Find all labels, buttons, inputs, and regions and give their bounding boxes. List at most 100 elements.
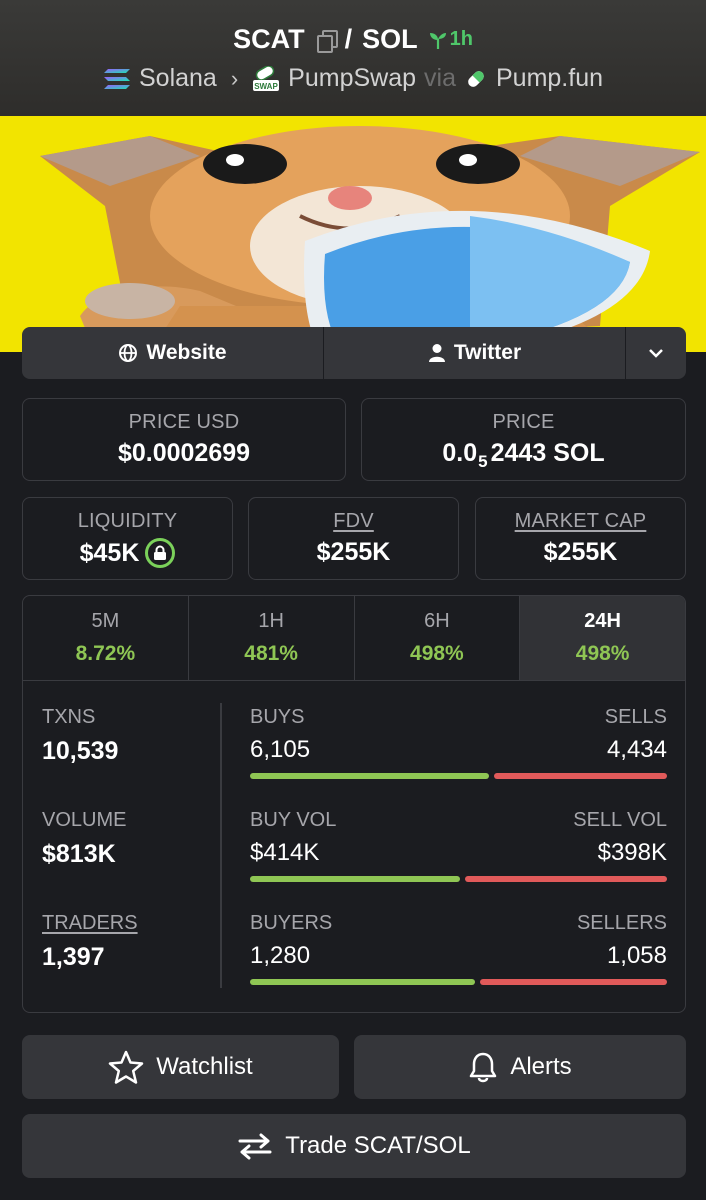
buyers-value: 1,280 [250,942,311,969]
buyers-label: BUYERS [250,912,333,934]
buys-bar [250,773,489,779]
lock-icon[interactable] [145,538,176,568]
website-button[interactable]: Website [22,327,324,379]
sell-vol-value: $398K [597,839,667,866]
trade-label: Trade SCAT/SOL [285,1132,471,1159]
price-usd-label: PRICE USD [128,411,240,433]
tab-1h-label: 1H [258,610,284,632]
buyers-sellers-bar [250,979,667,985]
token-banner-image [0,116,706,352]
watchlist-label: Watchlist [156,1053,253,1080]
price-native-box: PRICE 0.0 5 2443 SOL [361,398,686,481]
star-icon [109,1050,144,1084]
launchpad-link[interactable]: Pump.fun [496,64,603,93]
traders-value: 1,397 [42,943,105,971]
tab-6h-change: 498% [410,642,464,665]
twitter-button[interactable]: Twitter [324,327,626,379]
txns-value: 10,539 [42,737,119,765]
tab-24h-label: 24H [584,610,621,632]
price-native-prefix: 0.0 [442,439,478,467]
traders-stat: TRADERS 1,397 [42,912,138,972]
trade-button[interactable]: Trade SCAT/SOL [22,1114,686,1178]
sells-bar [494,773,667,779]
pair-slash: / [344,24,353,54]
website-label: Website [146,341,227,364]
social-links-bar: Website Twitter [22,327,686,379]
buys-sells-bar [250,773,667,779]
swap-arrows-icon [238,1133,272,1160]
base-token-symbol: SCAT [233,24,305,54]
solana-icon [103,68,130,89]
volume-label: VOLUME [42,809,127,831]
stats-divider [220,703,222,988]
sells-label: SELLS [604,706,667,728]
chevron-down-icon [649,349,663,358]
dex-link[interactable]: PumpSwap [288,64,416,93]
price-usd-box: PRICE USD $0.0002699 [22,398,346,481]
buyers-sellers-stat: BUYERS SELLERS 1,280 1,058 [250,912,667,985]
liquidity-value: $45K [79,538,140,567]
liquidity-value-row: $45K [23,538,232,568]
sell-vol-bar [465,876,667,882]
price-usd-value: $0.0002699 [117,439,251,467]
timeframe-tabs: 5M 8.72% 1H 481% 6H 498% 24H 498% [23,596,685,681]
alerts-label: Alerts [510,1053,572,1080]
pair-title: SCAT / SOL 1h [0,24,706,55]
tab-1h[interactable]: 1H 481% [189,596,355,680]
price-native-label: PRICE [492,411,555,433]
price-native-zero-count: 5 [478,451,488,471]
market-cap-box: MARKET CAP $255K [475,497,686,580]
user-icon [428,344,445,362]
sellers-bar [480,979,667,985]
volume-stat: VOLUME $813K [42,809,126,869]
tab-6h[interactable]: 6H 498% [355,596,521,680]
chain-link[interactable]: Solana [139,64,217,93]
txns-stat: TXNS 10,539 [42,706,118,766]
pair-age-label: 1h [449,28,473,50]
via-label: via [424,64,456,92]
buy-vol-label: BUY VOL [250,809,337,831]
sell-vol-label: SELL VOL [573,809,667,831]
tab-6h-label: 6H [424,610,450,632]
liquidity-label: LIQUIDITY [77,510,178,532]
tab-1h-change: 481% [244,642,298,665]
cat-banner-illustration [40,126,700,352]
alerts-button[interactable]: Alerts [354,1035,686,1099]
pair-header: SCAT / SOL 1h Solana › SWAP PumpSwap via [0,0,706,116]
tab-24h[interactable]: 24H 498% [520,596,685,680]
fdv-value: $255K [316,538,391,566]
buy-sell-vol-bar [250,876,667,882]
watchlist-button[interactable]: Watchlist [22,1035,339,1099]
pumpswap-icon: SWAP [253,65,280,91]
market-cap-label[interactable]: MARKET CAP [476,510,685,533]
market-cap-value: $255K [543,538,618,566]
sells-value: 4,434 [606,736,667,763]
breadcrumb: Solana › SWAP PumpSwap via Pump.fun [0,64,706,93]
traders-label[interactable]: TRADERS [42,912,138,935]
liquidity-box: LIQUIDITY $45K [22,497,233,580]
pair-age: 1h [428,28,473,51]
fdv-box: FDV $255K [248,497,459,580]
tab-5m-change: 8.72% [75,642,136,665]
more-links-button[interactable] [626,327,686,379]
buys-sells-stat: BUYS SELLS 6,105 4,434 [250,706,667,779]
txns-label: TXNS [42,706,96,728]
price-native-value: 0.0 5 2443 SOL [362,439,685,471]
trading-stats-panel: 5M 8.72% 1H 481% 6H 498% 24H 498% TXNS 1… [22,595,686,1013]
buy-vol-bar [250,876,460,882]
pumpfun-icon [468,70,484,87]
quote-token-symbol: SOL [362,24,418,54]
buys-value: 6,105 [250,736,311,763]
sprout-icon [429,32,446,49]
twitter-label: Twitter [453,341,522,364]
sellers-label: SELLERS [576,912,667,934]
chevron-right-icon: › [230,65,239,91]
fdv-label[interactable]: FDV [249,510,458,533]
tab-5m[interactable]: 5M 8.72% [23,596,189,680]
bell-icon [470,1052,497,1083]
copy-icon[interactable] [316,29,338,53]
pumpswap-badge-text: SWAP [254,82,278,91]
buys-label: BUYS [250,706,305,728]
buy-vol-value: $414K [250,839,320,866]
globe-icon [119,344,138,362]
